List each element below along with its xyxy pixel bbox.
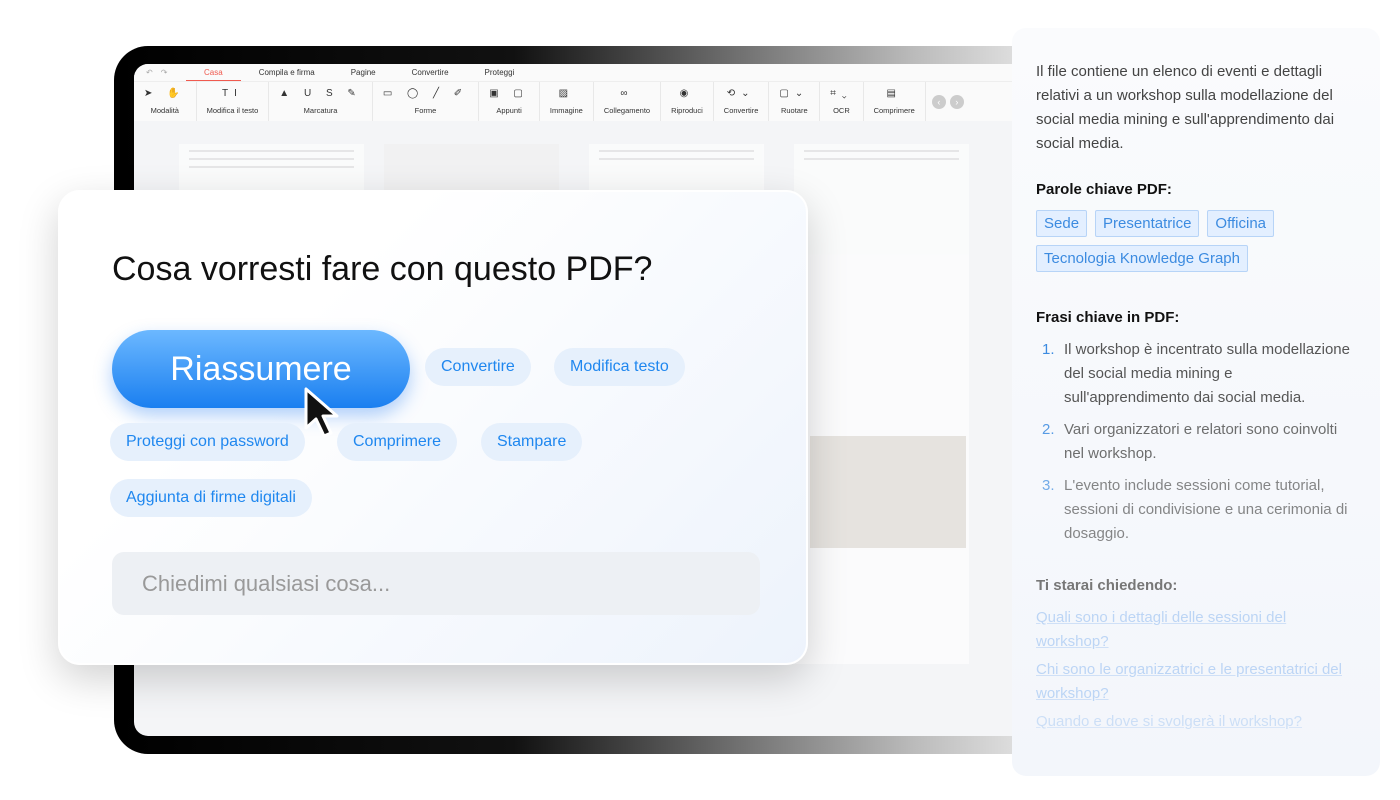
tool-label: Marcatura	[303, 106, 338, 116]
password-chip[interactable]: Proteggi con password	[110, 423, 305, 461]
tool-group[interactable]: ∞ Collegamento	[594, 82, 662, 121]
pdf-image	[810, 436, 966, 548]
tool-label: Forme	[414, 106, 437, 116]
question-link[interactable]: Quando e dove si svolgerà il workshop?	[1036, 710, 1356, 734]
menu-tabs: ↶↷ Casa Compila e firma Pagine Convertir…	[134, 64, 1114, 81]
phrase-item: 2. Vari organizzatori e relatori sono coi…	[1036, 418, 1356, 466]
keyword-tag[interactable]: Officina	[1207, 210, 1275, 237]
digital-signature-chip[interactable]: Aggiunta di firme digitali	[110, 479, 312, 517]
chevron-left-icon[interactable]: ‹	[931, 94, 946, 109]
pdf-page	[794, 144, 969, 664]
tool-icon[interactable]: ▨	[559, 88, 574, 99]
phrase-text: Il workshop è incentrato sulla modellazi…	[1064, 341, 1350, 406]
tool-label: Appunti	[496, 106, 522, 116]
ai-summary-panel: Il file contiene un elenco di eventi e d…	[1012, 28, 1380, 776]
edit-text-chip[interactable]: Modifica testo	[554, 348, 685, 386]
phrases-title: Frasi chiave in PDF:	[1036, 309, 1180, 326]
tab-compila[interactable]: Compila e firma	[241, 64, 333, 81]
tool-group[interactable]: ▢⌄ Ruotare	[769, 82, 821, 121]
chevron-right-icon[interactable]: ›	[949, 94, 964, 109]
keywords-list: Sede Presentatrice Officina Tecnologia K…	[1036, 210, 1356, 272]
convert-chip[interactable]: Convertire	[425, 348, 531, 386]
tab-casa[interactable]: Casa	[186, 64, 241, 81]
question-link[interactable]: Chi sono le organizzatrici e le presenta…	[1036, 658, 1356, 706]
tool-group[interactable]: ◉ Riproduci	[661, 82, 714, 121]
tool-icon[interactable]: ▭ ◯ ╱ ✐	[383, 88, 468, 99]
tool-label: Ruotare	[780, 106, 808, 116]
keyword-tag[interactable]: Tecnologia Knowledge Graph	[1036, 245, 1248, 272]
tool-label: Modalità	[150, 106, 179, 116]
phrase-text: L'evento include sessioni come tutorial,…	[1064, 477, 1348, 542]
tool-label: Modifica il testo	[206, 106, 259, 116]
print-chip[interactable]: Stampare	[481, 423, 583, 461]
tool-group[interactable]: ⌗⌄ OCR	[820, 82, 864, 121]
summarize-button[interactable]: Riassumere	[112, 330, 410, 408]
phrase-item: 3. L'evento include sessioni come tutoria…	[1036, 474, 1356, 546]
tool-group[interactable]: ▣ ▢ Appunti	[479, 82, 540, 121]
toolbar-scroll: ‹ ›	[926, 82, 970, 121]
phrase-text: Vari organizzatori e relatori sono coinv…	[1064, 421, 1338, 462]
tool-icon[interactable]: ∞	[620, 88, 633, 99]
question-link[interactable]: Quali sono i dettagli delle sessioni del…	[1036, 606, 1356, 654]
tool-icon[interactable]: ⟲⌄	[727, 88, 756, 99]
tool-label: Convertire	[723, 106, 759, 116]
tool-icon[interactable]: ▲ U S ✎	[279, 88, 362, 99]
tool-icon[interactable]: TI	[222, 88, 243, 99]
ai-dialog: Cosa vorresti fare con questo PDF? Riass…	[58, 190, 808, 665]
tool-icon[interactable]: ◉	[680, 88, 695, 99]
summary-text: Il file contiene un elenco di eventi e d…	[1036, 63, 1335, 152]
compress-chip[interactable]: Comprimere	[337, 423, 458, 461]
tool-group[interactable]: ▭ ◯ ╱ ✐ Forme	[373, 82, 480, 121]
mouse-cursor-icon	[304, 387, 339, 438]
tool-group[interactable]: ▤ Comprimere	[864, 82, 926, 121]
phrase-item: 1. Il workshop è incentrato sulla modella…	[1036, 338, 1356, 410]
tool-label: Riproduci	[671, 106, 703, 116]
tab-proteggi[interactable]: Proteggi	[467, 64, 533, 81]
tool-label: Immagine	[549, 106, 583, 116]
tab-convertire[interactable]: Convertire	[394, 64, 467, 81]
keywords-title: Parole chiave PDF:	[1036, 181, 1172, 198]
tab-pagine[interactable]: Pagine	[333, 64, 394, 81]
tool-group[interactable]: ➤ ✋ Modalità	[134, 82, 197, 121]
tool-icon[interactable]: ▣ ▢	[489, 88, 529, 99]
tool-group[interactable]: ▲ U S ✎ Marcatura	[269, 82, 373, 121]
questions-list: Quali sono i dettagli delle sessioni del…	[1036, 606, 1356, 734]
phrases-list: 1. Il workshop è incentrato sulla modella…	[1036, 338, 1356, 546]
tool-icon[interactable]: ▢⌄	[779, 88, 809, 99]
tool-icon[interactable]: ➤ ✋	[144, 88, 186, 99]
questions-title: Ti starai chiedendo:	[1036, 577, 1178, 594]
tool-group[interactable]: TI Modifica il testo	[197, 82, 270, 121]
tool-label: OCR	[833, 106, 850, 116]
tool-icon[interactable]: ⌗⌄	[830, 88, 852, 99]
tool-label: Comprimere	[873, 106, 915, 116]
tool-label: Collegamento	[603, 106, 651, 116]
ask-input[interactable]: Chiedimi qualsiasi cosa...	[112, 552, 760, 615]
keyword-tag[interactable]: Sede	[1036, 210, 1088, 237]
undo-redo-icons[interactable]: ↶↷	[134, 68, 186, 77]
keyword-tag[interactable]: Presentatrice	[1095, 210, 1200, 237]
tool-icon[interactable]: ▤	[886, 88, 901, 99]
tool-group[interactable]: ⟲⌄ Convertire	[714, 82, 770, 121]
toolbar: ➤ ✋ Modalità TI Modifica il testo ▲ U S ✎ Mar…	[134, 81, 1114, 121]
dialog-title: Cosa vorresti fare con questo PDF?	[112, 250, 653, 288]
tool-group[interactable]: ▨ Immagine	[540, 82, 594, 121]
